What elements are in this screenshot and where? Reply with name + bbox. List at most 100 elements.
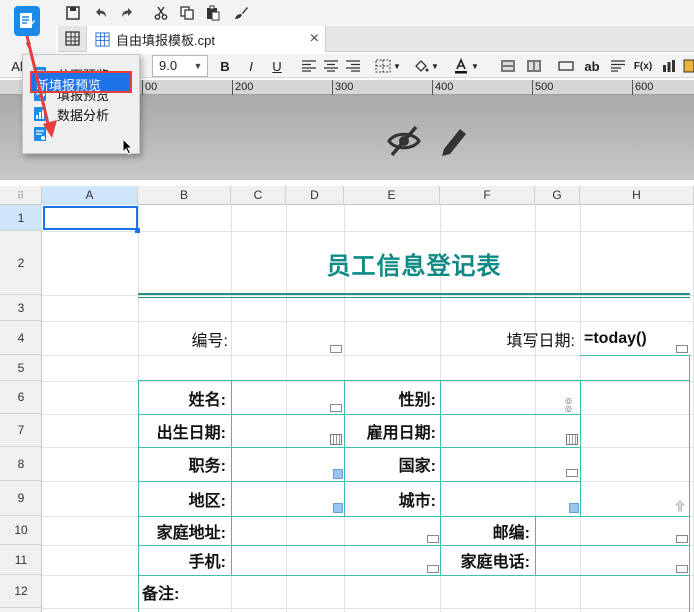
format-brush-icon[interactable] [230,2,252,24]
row-header-12[interactable]: 12 [0,575,42,608]
row-header-5[interactable]: 5 [0,355,42,381]
fill-color-icon[interactable]: ▼ [412,55,440,77]
hire-date-label: 雇用日期: [366,424,436,442]
gender-label: 性别: [398,391,436,409]
row-header-3[interactable]: 3 [0,295,42,321]
mobile-label: 手机: [188,554,226,571]
row-header-2[interactable]: 2 [0,231,42,295]
tab-file[interactable]: 自由填报模板.cpt × [86,26,326,52]
underline-button[interactable]: U [268,55,286,77]
row-header-11[interactable]: 11 [0,545,42,575]
ruler-tick: 200 [232,80,253,95]
country-input-widget[interactable] [566,469,578,477]
menu-item-label: 数据分析 [57,107,110,123]
table-border [689,355,690,612]
align-center-icon[interactable] [322,55,340,77]
row-header-1[interactable]: 1 [0,205,42,231]
fill-date-widget[interactable] [676,345,688,353]
text-button[interactable]: ab [582,55,602,77]
column-header-h[interactable]: H [580,186,694,205]
region-label: 地区: [188,492,226,510]
image-icon[interactable] [682,55,694,77]
row-header-9[interactable]: 9 [0,481,42,516]
save-icon[interactable] [62,2,84,24]
selected-cell-a1[interactable] [43,206,138,230]
row-header-10[interactable]: 10 [0,516,42,545]
wrap-text-icon[interactable] [608,55,628,77]
formula-button[interactable]: F(x) [632,55,654,77]
calendar-icon[interactable] [330,434,342,445]
close-icon[interactable]: × [310,30,319,48]
calendar-icon[interactable] [566,434,578,445]
ruler-tick: 500 [532,80,553,95]
fill-date-label: 填写日期: [506,333,575,350]
name-input-widget[interactable] [330,404,342,412]
bold-button[interactable]: B [216,55,234,77]
merge-cell-icon[interactable] [498,55,518,77]
top-toolbar [0,0,694,26]
paste-icon[interactable] [202,2,224,24]
eye-slash-icon[interactable] [386,123,422,159]
split-cell-icon[interactable] [524,55,544,77]
font-size-select[interactable]: 9.0 ▼ [152,55,208,77]
fill-handle[interactable] [135,228,140,233]
row-header-4[interactable]: 4 [0,321,42,355]
select-all-corner[interactable]: ⠿ [0,186,42,205]
dropdown-icon[interactable] [333,469,343,479]
italic-button[interactable]: I [242,55,260,77]
cut-icon[interactable] [150,2,172,24]
position-label: 职务: [188,458,226,475]
row-header-7[interactable]: 7 [0,414,42,447]
column-header-e[interactable]: E [344,186,440,205]
align-left-icon[interactable] [300,55,318,77]
menu-item-label: 新填报预览 [36,78,102,93]
home-phone-input-widget[interactable] [676,565,688,573]
mouse-cursor-icon [122,138,134,155]
column-header-a[interactable]: A [42,186,138,205]
border-icon[interactable]: ▼ [374,55,402,77]
dropdown-icon[interactable] [569,503,579,513]
form-title: 员工信息登记表 [326,252,502,280]
column-header-c[interactable]: C [231,186,286,205]
preview-app-icon[interactable] [14,6,40,36]
address-input-widget[interactable] [427,535,439,543]
row-header-6[interactable]: 6 [0,381,42,414]
copy-icon[interactable] [176,2,198,24]
redo-icon[interactable] [116,2,138,24]
column-header-g[interactable]: G [535,186,580,205]
chart-icon[interactable] [660,55,678,77]
align-right-icon[interactable] [344,55,362,77]
column-header-f[interactable]: F [440,186,535,205]
table-border [231,380,232,575]
column-header-b[interactable]: B [138,186,231,205]
grid-icon[interactable] [64,30,82,48]
birth-date-label: 出生日期: [156,424,226,442]
tab-strip: 自由填报模板.cpt × [58,26,694,52]
title-underline [138,297,690,298]
upload-icon[interactable] [674,500,686,512]
menu-item-data-analysis[interactable]: 数据分析 [23,104,141,124]
postcode-input-widget[interactable] [676,535,688,543]
mobile-input-widget[interactable] [427,565,439,573]
postcode-label: 邮编: [492,524,530,542]
font-color-icon[interactable]: ▼ [452,55,480,77]
tab-file-name: 自由填报模板.cpt [116,32,215,48]
undo-icon[interactable] [90,2,112,24]
number-input-widget[interactable] [330,345,342,353]
cpt-file-icon [95,31,110,47]
dropdown-icon[interactable] [333,503,343,513]
home-phone-label: 家庭电话: [460,554,530,571]
chevron-down-icon[interactable]: ▼ [24,40,33,50]
address-label: 家庭地址: [156,524,226,542]
ruler-tick: 600 [632,80,653,95]
menu-item-new-fill-preview[interactable]: 新填报预览 [30,71,132,93]
row-header-8[interactable]: 8 [0,447,42,481]
column-header: ⠿ A B C D E F G H [0,186,694,205]
text-box-icon[interactable] [556,55,576,77]
drag-dots-icon: ⠿ [16,191,25,202]
column-header-d[interactable]: D [286,186,344,205]
number-label: 编号: [191,333,228,350]
pencil-icon[interactable] [438,123,470,159]
radio-group-icon[interactable]: ◎ ◎ [565,397,572,413]
fill-date-formula[interactable]: =today() [584,322,684,356]
